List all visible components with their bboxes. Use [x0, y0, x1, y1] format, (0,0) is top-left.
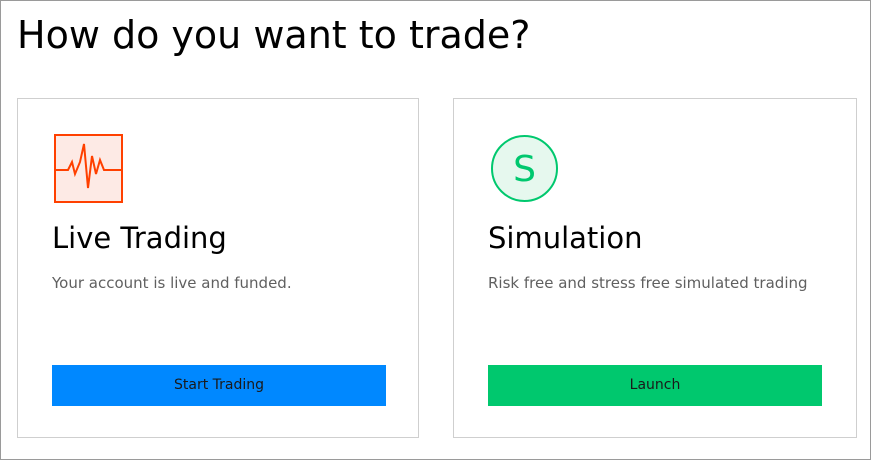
pulse-chart-icon [54, 134, 123, 203]
start-trading-button[interactable]: Start Trading [52, 365, 386, 406]
simulation-description: Risk free and stress free simulated trad… [488, 274, 808, 292]
trade-mode-dialog: How do you want to trade? Live Trading Y… [0, 0, 871, 460]
live-trading-title: Live Trading [52, 221, 227, 255]
page-title: How do you want to trade? [17, 13, 531, 57]
live-trading-card: Live Trading Your account is live and fu… [17, 98, 419, 438]
live-trading-description: Your account is live and funded. [52, 274, 292, 292]
simulation-title: Simulation [488, 221, 643, 255]
simulation-card: S Simulation Risk free and stress free s… [453, 98, 857, 438]
simulation-icon-letter: S [513, 149, 536, 190]
launch-button[interactable]: Launch [488, 365, 822, 406]
simulation-s-icon: S [490, 134, 559, 203]
